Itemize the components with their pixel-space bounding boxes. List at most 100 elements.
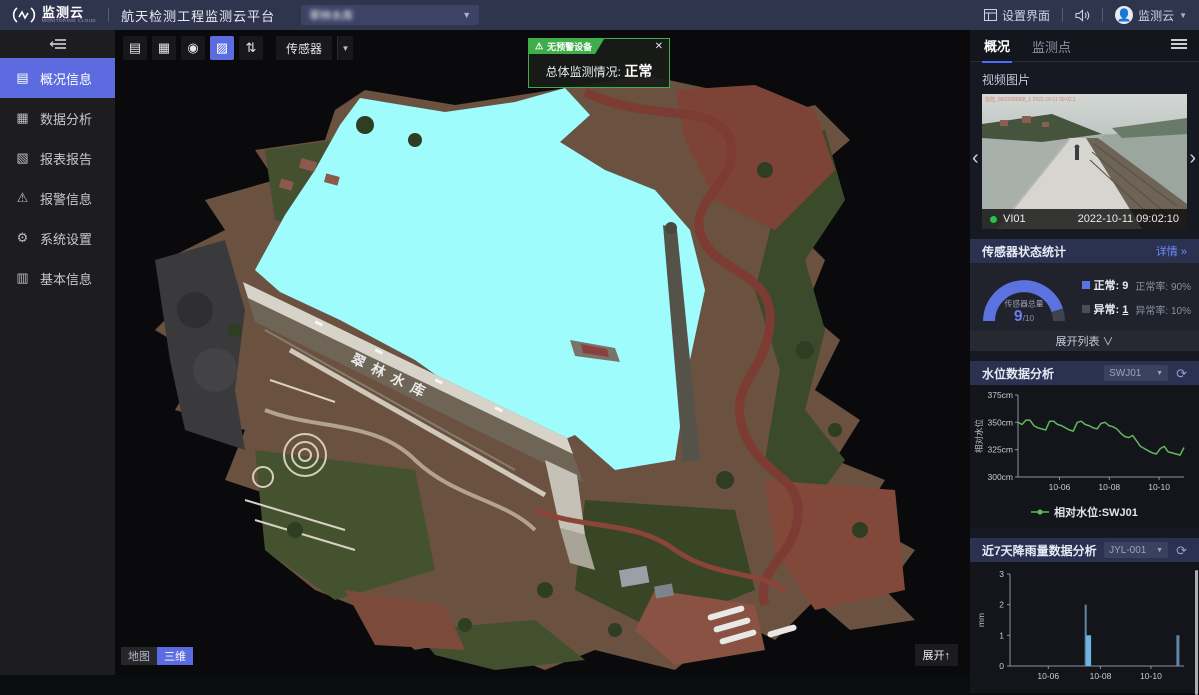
monitoring-alert-popup: ⚠ 无预警设备 ✕ 总体监测情况: 正常 — [528, 38, 670, 88]
sidebar-item-alarms[interactable]: ⚠ 报警信息 — [0, 178, 115, 218]
rain-sensor-select[interactable]: JYL-001 ▼ — [1104, 542, 1168, 558]
water-level-legend-label: 相对水位:SWJ01 — [1054, 504, 1138, 520]
svg-text:10-10: 10-10 — [1140, 671, 1162, 681]
grid-icon: ▦ — [158, 40, 170, 56]
sidebar-item-data-analysis[interactable]: ▦ 数据分析 — [0, 98, 115, 138]
report-icon: ▧ — [15, 150, 30, 166]
camera-pin-icon: ◉ — [187, 40, 198, 56]
sensor-filter-caret[interactable]: ▼ — [337, 36, 353, 60]
alert-tag-label: 无预警设备 — [547, 40, 592, 53]
rainfall-chart: 012310-0610-0810-10mm — [970, 562, 1199, 688]
view-mode-toggle: 地图 三维 — [121, 647, 193, 665]
sidebar-item-label: 报表报告 — [40, 149, 92, 168]
svg-text:300cm: 300cm — [987, 472, 1013, 482]
sidebar-item-label: 数据分析 — [40, 109, 92, 128]
chart-icon: ▦ — [15, 110, 30, 126]
sensor-stats-title: 传感器状态统计 — [982, 243, 1066, 260]
expand-button[interactable]: 展开↑ — [915, 644, 959, 666]
speaker-icon — [1075, 9, 1090, 22]
chevron-down-icon: ▼ — [462, 10, 471, 20]
refresh-icon[interactable]: ⟳ — [1176, 544, 1187, 557]
left-sidebar: ▤ 概况信息 ▦ 数据分析 ▧ 报表报告 ⚠ 报警信息 ⚙ 系统设置 ▥ 基本信… — [0, 30, 115, 675]
legend-abnormal: 异常: 1 异常率: 10% — [1082, 301, 1191, 317]
carousel-prev-button[interactable]: ‹ — [972, 148, 979, 168]
refresh-icon[interactable]: ⟳ — [1176, 367, 1187, 380]
route-tool-button[interactable]: ⇅ — [239, 36, 263, 60]
tab-monitoring-points[interactable]: 监测点 — [1030, 29, 1073, 62]
image-tool-button[interactable]: ▨ — [210, 36, 234, 60]
video-osd-text: 监控_0000000068_1 2022-10-11 09:02:1 — [985, 96, 1076, 103]
logo-subtext: MONITORING CLOUD — [42, 19, 96, 24]
sidebar-item-label: 系统设置 — [40, 229, 92, 248]
header-divider — [108, 8, 109, 22]
file-tool-button[interactable]: ▤ — [123, 36, 147, 60]
alert-body-value: 正常 — [624, 63, 652, 79]
video-section-title: 视频图片 — [970, 62, 1199, 94]
sensor-gauge-panel: 传感器总量9/10 正常: 9 正常率: 90% 异常: 1 异常率: 10% — [970, 263, 1199, 331]
carousel-next-button[interactable]: › — [1189, 148, 1196, 168]
layout-icon — [984, 9, 997, 21]
water-sensor-select[interactable]: SWJ01 ▼ — [1104, 365, 1168, 381]
sound-button[interactable] — [1075, 9, 1090, 22]
svg-text:9/10: 9/10 — [1014, 308, 1035, 325]
svg-text:325cm: 325cm — [987, 445, 1013, 455]
tab-overview[interactable]: 概况 — [982, 28, 1012, 63]
toggle-map-3d[interactable]: 三维 — [157, 647, 193, 665]
panel-scrollbar[interactable] — [1195, 570, 1198, 695]
legend-marker-line — [1031, 508, 1049, 516]
expand-list-button[interactable]: 展开列表 ∨ — [970, 331, 1199, 351]
grid-tool-button[interactable]: ▦ — [152, 36, 176, 60]
legend-square-normal — [1082, 281, 1090, 289]
toggle-map-2d[interactable]: 地图 — [121, 647, 157, 665]
sensor-filter-button[interactable]: 传感器 — [276, 36, 332, 60]
right-panel: 概况 监测点 视频图片 — [970, 30, 1199, 675]
avatar: 👤 — [1115, 6, 1133, 24]
sidebar-collapse-button[interactable] — [0, 30, 115, 58]
header-divider — [1102, 8, 1103, 22]
camera-timestamp: 2022-10-11 09:02:10 — [1078, 213, 1179, 225]
chevron-down-icon: ▼ — [1179, 11, 1187, 20]
detail-link[interactable]: 详情 » — [1156, 243, 1187, 259]
chevron-down-icon: ▼ — [1156, 370, 1163, 377]
svg-text:375cm: 375cm — [987, 390, 1013, 400]
sensor-stats-header: 传感器状态统计 详情 » — [970, 239, 1199, 263]
alert-tag: ⚠ 无预警设备 — [529, 39, 604, 54]
water-level-header: 水位数据分析 SWJ01 ▼ ⟳ — [970, 361, 1199, 385]
svg-text:3: 3 — [999, 569, 1004, 579]
sidebar-item-label: 概况信息 — [40, 69, 92, 88]
video-thumbnail[interactable]: 监控_0000000068_1 2022-10-11 09:02:1 VI01 … — [982, 94, 1187, 229]
sidebar-item-overview[interactable]: ▤ 概况信息 — [0, 58, 115, 98]
svg-text:2: 2 — [999, 600, 1004, 610]
image-icon: ▨ — [216, 40, 228, 56]
header-divider — [1062, 8, 1063, 22]
water-level-chart-panel: 375cm350cm325cm300cm10-0610-0810-10相对水位 … — [970, 385, 1199, 528]
svg-text:传感器总量: 传感器总量 — [1004, 298, 1043, 308]
project-select[interactable]: 翠林水库 ▼ — [301, 5, 479, 25]
rainfall-chart-panel: 012310-0610-0810-10mm — [970, 562, 1199, 693]
overview-icon: ▤ — [15, 70, 30, 86]
user-menu[interactable]: 👤 监测云 ▼ — [1115, 6, 1187, 24]
panel-menu-button[interactable] — [1171, 37, 1187, 55]
svg-text:相对水位: 相对水位 — [974, 419, 984, 454]
camera-tool-button[interactable]: ◉ — [181, 36, 205, 60]
close-icon[interactable]: ✕ — [655, 41, 663, 52]
app-title: 航天检测工程监测云平台 — [121, 6, 275, 25]
svg-text:10-10: 10-10 — [1148, 482, 1170, 492]
sidebar-item-reports[interactable]: ▧ 报表报告 — [0, 138, 115, 178]
sensor-gauge: 传感器总量9/10 — [978, 267, 1076, 329]
water-level-title: 水位数据分析 — [982, 365, 1054, 382]
sidebar-item-system-settings[interactable]: ⚙ 系统设置 — [0, 218, 115, 258]
svg-text:10-08: 10-08 — [1098, 482, 1120, 492]
panel-tabs: 概况 监测点 — [970, 30, 1199, 62]
route-icon: ⇅ — [246, 40, 257, 56]
settings-ui-button[interactable]: 设置界面 — [984, 7, 1050, 24]
svg-text:350cm: 350cm — [987, 417, 1013, 427]
camera-id: VI01 — [1003, 213, 1026, 225]
rainfall-title: 近7天降雨量数据分析 — [982, 542, 1097, 559]
wave-logo-icon — [12, 6, 36, 24]
map-3d-viewport[interactable]: 翠林水库 — [115, 30, 970, 675]
map-toolbar: ▤ ▦ ◉ ▨ ⇅ 传感器 ▼ — [123, 36, 353, 60]
app-logo: 监测云 MONITORING CLOUD — [12, 6, 96, 24]
terrain-3d-model: 翠林水库 — [115, 30, 970, 675]
sidebar-item-basic-info[interactable]: ▥ 基本信息 — [0, 258, 115, 298]
